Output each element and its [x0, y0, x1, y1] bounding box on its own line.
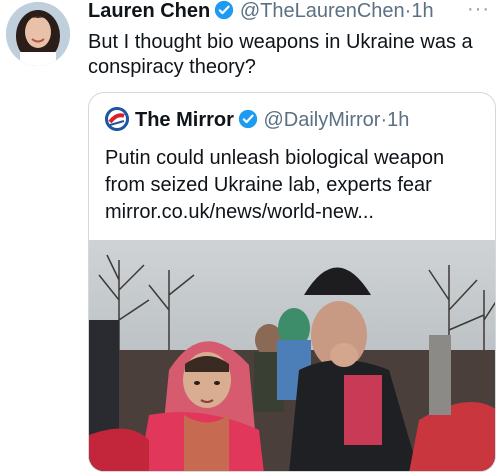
quoted-tweet-card[interactable]: The Mirror @DailyMirror·1h Putin could u… [88, 92, 496, 472]
quote-link[interactable]: mirror.co.uk/news/world-new... [105, 201, 374, 223]
quote-headline: Putin could unleash biological weapon fr… [105, 147, 445, 196]
author-name[interactable]: Lauren Chen [88, 0, 210, 22]
quote-header: The Mirror @DailyMirror·1h [105, 107, 409, 136]
mirror-logo-icon [105, 107, 129, 131]
quote-author-handle[interactable]: @DailyMirror [263, 109, 380, 131]
quote-text: Putin could unleash biological weapon fr… [105, 145, 485, 226]
quote-media-image[interactable] [89, 240, 495, 471]
quote-author-name[interactable]: The Mirror [135, 109, 234, 131]
author-handle[interactable]: @TheLaurenChen [240, 0, 405, 22]
tweet-timestamp[interactable]: 1h [411, 0, 433, 22]
tweet-card[interactable]: Lauren Chen @TheLaurenChen·1h ··· But I … [0, 0, 500, 472]
tweet-text: But I thought bio weapons in Ukraine was… [88, 31, 473, 78]
verified-badge-icon [214, 0, 234, 25]
quote-timestamp[interactable]: 1h [387, 109, 409, 131]
avatar-photo [6, 2, 70, 66]
author-avatar[interactable] [6, 2, 70, 66]
more-horizontal-icon[interactable]: ··· [467, 0, 490, 21]
verified-badge-icon [238, 109, 258, 136]
tweet-header: Lauren Chen @TheLaurenChen·1h [88, 0, 500, 26]
news-photo [89, 240, 495, 471]
